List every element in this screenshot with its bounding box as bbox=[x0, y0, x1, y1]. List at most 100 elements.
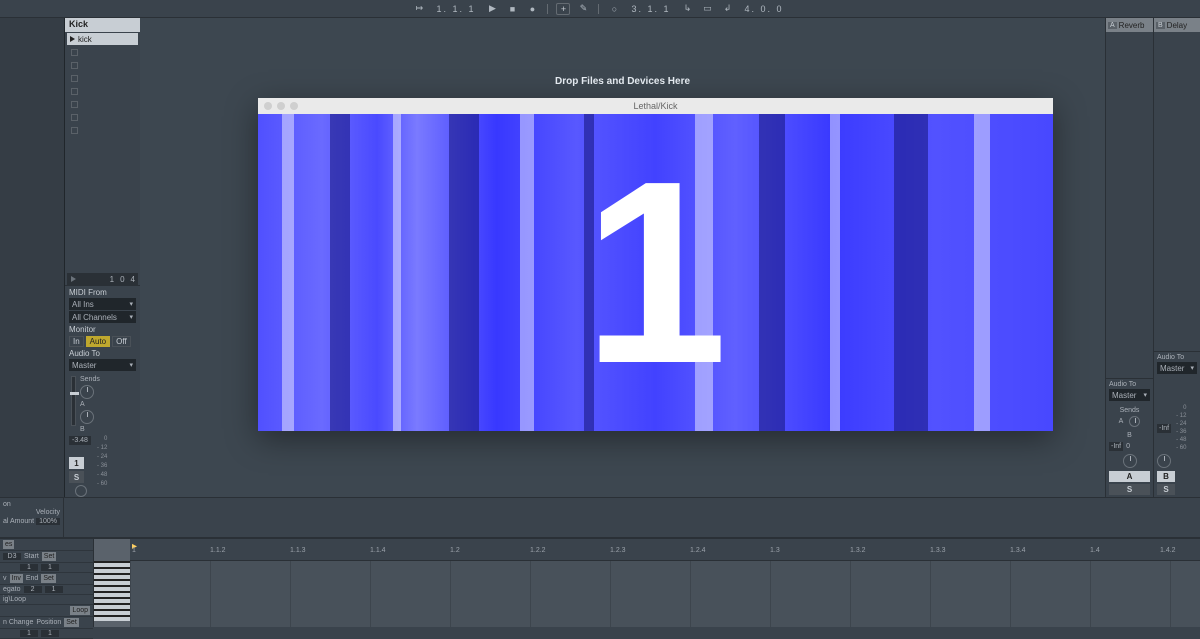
midi-channel-dropdown[interactable]: All Channels▾ bbox=[69, 311, 136, 323]
pan-knob[interactable] bbox=[1123, 454, 1137, 468]
track-activator[interactable]: A bbox=[1109, 471, 1150, 482]
monitor-in[interactable]: In bbox=[69, 336, 84, 347]
loop-toggle[interactable]: Loop bbox=[70, 606, 90, 615]
midi-from-dropdown[interactable]: All Ins▾ bbox=[69, 298, 136, 310]
empty-clip-slot[interactable] bbox=[71, 59, 136, 71]
scene-play-icon[interactable] bbox=[71, 276, 76, 282]
solo-button[interactable]: S bbox=[1157, 484, 1175, 495]
minimize-icon[interactable] bbox=[277, 102, 285, 110]
return-tracks: AReverb Audio To Master▾ Sends A B -Inf … bbox=[1105, 18, 1200, 497]
clip-name: kick bbox=[78, 35, 92, 44]
clip-play-icon[interactable] bbox=[70, 36, 75, 42]
meter-scale: 0- 12- 24- 36- 48- 60 bbox=[95, 436, 107, 487]
clip-properties: es D3 Start Set 1 1 v Inv End Set egato2… bbox=[0, 539, 94, 627]
return-header[interactable]: BDelay bbox=[1154, 18, 1200, 32]
solo-button[interactable]: S bbox=[69, 471, 84, 483]
scene-num: 1 bbox=[110, 275, 114, 284]
pan-knob[interactable] bbox=[1157, 454, 1171, 468]
audio-to-dropdown[interactable]: Master▾ bbox=[1109, 389, 1150, 401]
send-knob-b[interactable] bbox=[80, 410, 94, 424]
empty-clip-slot[interactable] bbox=[71, 72, 136, 84]
browser-panel bbox=[0, 18, 65, 497]
chevron-down-icon: ▾ bbox=[1190, 364, 1194, 372]
send-b-label: B bbox=[80, 426, 100, 433]
audio-to-dropdown[interactable]: Master▾ bbox=[69, 359, 136, 371]
window-controls[interactable] bbox=[264, 102, 298, 110]
transport-bar: ↦ 1. 1. 1 ▶ ■ ● + ✎ ○ 3. 1. 1 ↳ ▭ ↲ 4. 0… bbox=[0, 0, 1200, 18]
volume-readout[interactable]: -3.48 bbox=[69, 436, 91, 445]
send-knob[interactable] bbox=[1129, 416, 1140, 427]
audio-to-dropdown[interactable]: Master▾ bbox=[1157, 362, 1197, 374]
volume-readout[interactable]: -Inf bbox=[1109, 442, 1123, 451]
track-activator[interactable]: B bbox=[1157, 471, 1175, 482]
timeline-ruler[interactable]: ▸ 1 1.1.2 1.1.3 1.1.4 1.2 1.2.2 1.2.3 1.… bbox=[130, 539, 1200, 561]
note-root[interactable]: D3 bbox=[3, 553, 21, 560]
volume-readout[interactable]: -Inf bbox=[1157, 424, 1171, 433]
piano-roll-keys[interactable] bbox=[94, 539, 130, 627]
chevron-down-icon: ▾ bbox=[129, 313, 133, 321]
scene-num: 4 bbox=[131, 275, 135, 284]
record-button[interactable]: ● bbox=[525, 3, 539, 15]
send-a-label: A bbox=[80, 401, 100, 408]
plugin-title: Lethal/Kick bbox=[633, 101, 677, 111]
stop-icon[interactable] bbox=[71, 101, 78, 108]
empty-clip-slot[interactable] bbox=[71, 124, 136, 136]
sends-label: Sends bbox=[1109, 407, 1150, 414]
scene-num: 0 bbox=[120, 275, 124, 284]
loop-length[interactable]: 4. 0. 0 bbox=[741, 4, 788, 14]
monitor-toggle[interactable]: In Auto Off bbox=[69, 336, 136, 347]
send-knob-a[interactable] bbox=[80, 385, 94, 399]
loop-icon[interactable]: ○ bbox=[607, 3, 621, 15]
midi-from-label: MIDI From bbox=[69, 288, 136, 297]
close-icon[interactable] bbox=[264, 102, 272, 110]
solo-button[interactable]: S bbox=[1109, 484, 1150, 495]
empty-clip-slot[interactable] bbox=[71, 85, 136, 97]
automation-arm-icon[interactable]: ✎ bbox=[576, 3, 590, 15]
meter-scale: 0- 12- 24- 36- 48- 60 bbox=[1174, 405, 1186, 451]
chevron-down-icon: ▾ bbox=[129, 300, 133, 308]
stop-icon[interactable] bbox=[71, 88, 78, 95]
clip-editor: es D3 Start Set 1 1 v Inv End Set egato2… bbox=[0, 537, 1200, 627]
stop-icon[interactable] bbox=[71, 49, 78, 56]
empty-clip-slot[interactable] bbox=[71, 98, 136, 110]
track-activator[interactable]: 1 bbox=[69, 457, 84, 469]
loop-switch[interactable]: ▭ bbox=[701, 3, 715, 15]
loop-start[interactable]: 3. 1. 1 bbox=[627, 4, 674, 14]
stop-icon[interactable] bbox=[71, 62, 78, 69]
plugin-graphic: 1 bbox=[583, 169, 728, 377]
audio-to-label: Audio To bbox=[1157, 354, 1197, 361]
empty-clip-slot[interactable] bbox=[71, 111, 136, 123]
stop-button[interactable]: ■ bbox=[505, 3, 519, 15]
scene-strip[interactable]: 1 0 4 bbox=[67, 273, 138, 285]
play-button[interactable]: ▶ bbox=[485, 3, 499, 15]
arm-button[interactable] bbox=[75, 485, 87, 497]
empty-clip-slot[interactable] bbox=[71, 46, 136, 58]
session-view[interactable]: Drop Files and Devices Here Lethal/Kick … bbox=[140, 18, 1105, 497]
plugin-window[interactable]: Lethal/Kick 1 bbox=[258, 98, 1053, 431]
arrangement-position[interactable]: 1. 1. 1 bbox=[432, 4, 479, 14]
audio-to-label: Audio To bbox=[1109, 381, 1150, 388]
punch-out-icon[interactable]: ↲ bbox=[721, 3, 735, 15]
overdub-toggle[interactable]: + bbox=[556, 3, 570, 15]
monitor-auto[interactable]: Auto bbox=[86, 336, 110, 347]
track-title[interactable]: Kick bbox=[65, 18, 140, 32]
stop-icon[interactable] bbox=[71, 114, 78, 121]
monitor-off[interactable]: Off bbox=[112, 336, 131, 347]
midi-timeline[interactable]: Fold ▸ 1 1.1.2 1.1.3 1.1.4 1.2 1.2.2 1.2… bbox=[130, 539, 1200, 627]
mixer-section: Sends A B bbox=[65, 373, 140, 436]
midi-grid[interactable] bbox=[130, 561, 1200, 627]
audio-to-label: Audio To bbox=[69, 349, 136, 358]
stop-icon[interactable] bbox=[71, 127, 78, 134]
punch-in-icon[interactable]: ↳ bbox=[681, 3, 695, 15]
global-amount[interactable]: 100% bbox=[36, 518, 60, 525]
volume-slider[interactable] bbox=[71, 376, 76, 426]
clip-slot[interactable]: kick bbox=[67, 33, 138, 45]
drop-hint: Drop Files and Devices Here bbox=[140, 76, 1105, 87]
sends-label: Sends bbox=[80, 376, 100, 383]
link-icon[interactable]: ↦ bbox=[412, 3, 426, 15]
stop-icon[interactable] bbox=[71, 75, 78, 82]
plugin-body[interactable]: 1 bbox=[258, 114, 1053, 431]
return-header[interactable]: AReverb bbox=[1106, 18, 1153, 32]
plugin-titlebar[interactable]: Lethal/Kick bbox=[258, 98, 1053, 114]
zoom-icon[interactable] bbox=[290, 102, 298, 110]
